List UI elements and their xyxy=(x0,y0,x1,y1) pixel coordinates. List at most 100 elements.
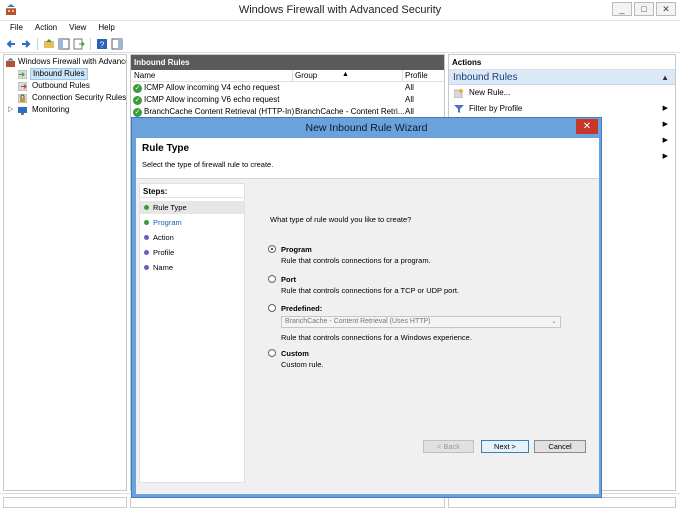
column-profile[interactable]: Profile xyxy=(405,71,428,80)
custom-radio[interactable] xyxy=(268,349,276,357)
svg-text:?: ? xyxy=(100,40,105,49)
new-rule-icon xyxy=(454,88,464,98)
menu-action[interactable]: Action xyxy=(29,21,63,35)
new-inbound-rule-wizard: New Inbound Rule Wizard ✕ Rule Type Sele… xyxy=(131,117,602,498)
expand-arrow-icon[interactable]: ▷ xyxy=(8,104,13,116)
help-icon[interactable]: ? xyxy=(96,38,108,50)
status-segment xyxy=(3,497,127,508)
tree-item-outbound-rules[interactable]: Outbound Rules xyxy=(4,80,126,92)
step-program[interactable]: Program xyxy=(140,216,244,229)
cancel-button[interactable]: Cancel xyxy=(534,440,586,453)
show-hide-tree-icon[interactable] xyxy=(58,38,70,50)
firewall-icon xyxy=(6,58,15,67)
tree-root[interactable]: Windows Firewall with Advance xyxy=(4,56,126,68)
tree-root-label: Windows Firewall with Advance xyxy=(18,57,127,66)
step-dot-icon xyxy=(144,265,149,270)
inbound-rules-icon xyxy=(18,70,27,79)
wizard-heading: Rule Type xyxy=(142,143,190,154)
wizard-body: Rule Type Select the type of firewall ru… xyxy=(136,138,599,494)
wizard-steps: Steps: Rule Type Program Action Profile … xyxy=(139,183,245,483)
action-filter-by-profile[interactable]: Filter by Profile ▶ xyxy=(449,101,675,117)
table-row[interactable]: ✓ ICMP Allow incoming V6 echo request Al… xyxy=(131,94,444,106)
submenu-arrow-icon: ▶ xyxy=(662,153,668,160)
tree-item-label: Outbound Rules xyxy=(32,81,90,90)
option-description: Rule that controls connections for a TCP… xyxy=(281,286,460,295)
predefined-radio[interactable] xyxy=(268,304,276,312)
table-row[interactable]: ✓ ICMP Allow incoming V4 echo request Al… xyxy=(131,82,444,94)
port-radio[interactable] xyxy=(268,275,276,283)
step-label: Name xyxy=(153,263,174,272)
predefined-select[interactable]: BranchCache - Content Retrieval (Uses HT… xyxy=(281,316,561,328)
step-dot-icon xyxy=(144,250,149,255)
chevron-down-icon: ⌄ xyxy=(551,318,557,325)
connection-security-icon xyxy=(18,94,27,103)
step-dot-icon xyxy=(144,220,149,225)
step-dot-icon xyxy=(144,235,149,240)
wizard-close-button[interactable]: ✕ xyxy=(576,119,598,134)
tree-item-monitoring[interactable]: ▷ Monitoring xyxy=(4,104,126,116)
next-button[interactable]: Next > xyxy=(481,440,529,453)
show-hide-action-pane-icon[interactable] xyxy=(111,38,123,50)
menu-file[interactable]: File xyxy=(4,21,29,35)
option-label: Port xyxy=(281,275,296,284)
outbound-rules-icon xyxy=(18,82,27,91)
step-label: Action xyxy=(153,233,174,242)
rule-profile: All xyxy=(405,95,414,104)
option-label: Program xyxy=(281,245,312,254)
action-new-rule[interactable]: New Rule... xyxy=(449,85,675,101)
tree-item-connection-security-rules[interactable]: Connection Security Rules xyxy=(4,92,126,104)
rules-pane-header: Inbound Rules xyxy=(131,55,444,70)
menu-bar: File Action View Help xyxy=(0,21,680,35)
actions-pane-header: Actions xyxy=(449,55,675,70)
status-segment xyxy=(448,497,676,508)
actions-section-label: Inbound Rules xyxy=(453,72,518,83)
collapse-caret-icon[interactable]: ▲ xyxy=(661,70,669,85)
rule-name: ICMP Allow incoming V6 echo request xyxy=(144,95,280,104)
wizard-content: What type of rule would you like to crea… xyxy=(251,183,595,483)
wizard-title-bar: New Inbound Rule Wizard ✕ xyxy=(132,118,601,138)
submenu-arrow-icon: ▶ xyxy=(662,121,668,128)
wizard-subheading: Select the type of firewall rule to crea… xyxy=(142,160,274,169)
step-label: Program xyxy=(153,218,182,227)
submenu-arrow-icon: ▶ xyxy=(662,105,668,112)
maximize-button[interactable]: □ xyxy=(634,2,654,16)
program-radio[interactable] xyxy=(268,245,276,253)
step-label: Profile xyxy=(153,248,175,257)
option-label: Custom xyxy=(281,349,309,358)
back-button[interactable]: < Back xyxy=(423,440,474,453)
menu-view[interactable]: View xyxy=(63,21,92,35)
up-folder-icon[interactable] xyxy=(43,38,55,50)
rule-name: ICMP Allow incoming V4 echo request xyxy=(144,83,280,92)
column-name[interactable]: Name xyxy=(134,71,155,80)
option-label: Predefined: xyxy=(281,304,323,313)
forward-arrow-icon[interactable] xyxy=(20,38,32,50)
predefined-select-value: BranchCache - Content Retrieval (Uses HT… xyxy=(285,318,431,325)
option-description: Custom rule. xyxy=(281,360,324,369)
actions-section-inbound-rules[interactable]: Inbound Rules ▲ xyxy=(449,70,675,85)
console-tree: Windows Firewall with Advance Inbound Ru… xyxy=(3,54,127,491)
sort-ascending-icon: ▲ xyxy=(342,71,349,78)
tree-item-inbound-rules[interactable]: Inbound Rules xyxy=(4,68,126,80)
minimize-button[interactable]: _ xyxy=(612,2,632,16)
status-segment xyxy=(130,497,445,508)
option-description: Rule that controls connections for a Win… xyxy=(281,333,472,342)
wizard-title: New Inbound Rule Wizard xyxy=(305,122,428,134)
step-label: Rule Type xyxy=(153,203,187,212)
export-list-icon[interactable] xyxy=(73,38,85,50)
close-button[interactable]: ✕ xyxy=(656,2,676,16)
step-profile: Profile xyxy=(140,246,244,259)
menu-help[interactable]: Help xyxy=(92,21,120,35)
step-complete-dot-icon xyxy=(144,205,149,210)
submenu-arrow-icon: ▶ xyxy=(662,137,668,144)
step-rule-type: Rule Type xyxy=(140,201,244,214)
column-group[interactable]: Group xyxy=(295,71,317,80)
tree-item-label: Connection Security Rules xyxy=(32,93,127,102)
toolbar: ? xyxy=(0,35,680,53)
enabled-check-icon: ✓ xyxy=(133,84,142,93)
back-arrow-icon[interactable] xyxy=(5,38,17,50)
action-label: Filter by Profile xyxy=(469,104,523,113)
tree-item-label: Inbound Rules xyxy=(30,68,88,80)
option-description: Rule that controls connections for a pro… xyxy=(281,256,431,265)
step-action: Action xyxy=(140,231,244,244)
tree-item-label: Monitoring xyxy=(32,105,70,114)
